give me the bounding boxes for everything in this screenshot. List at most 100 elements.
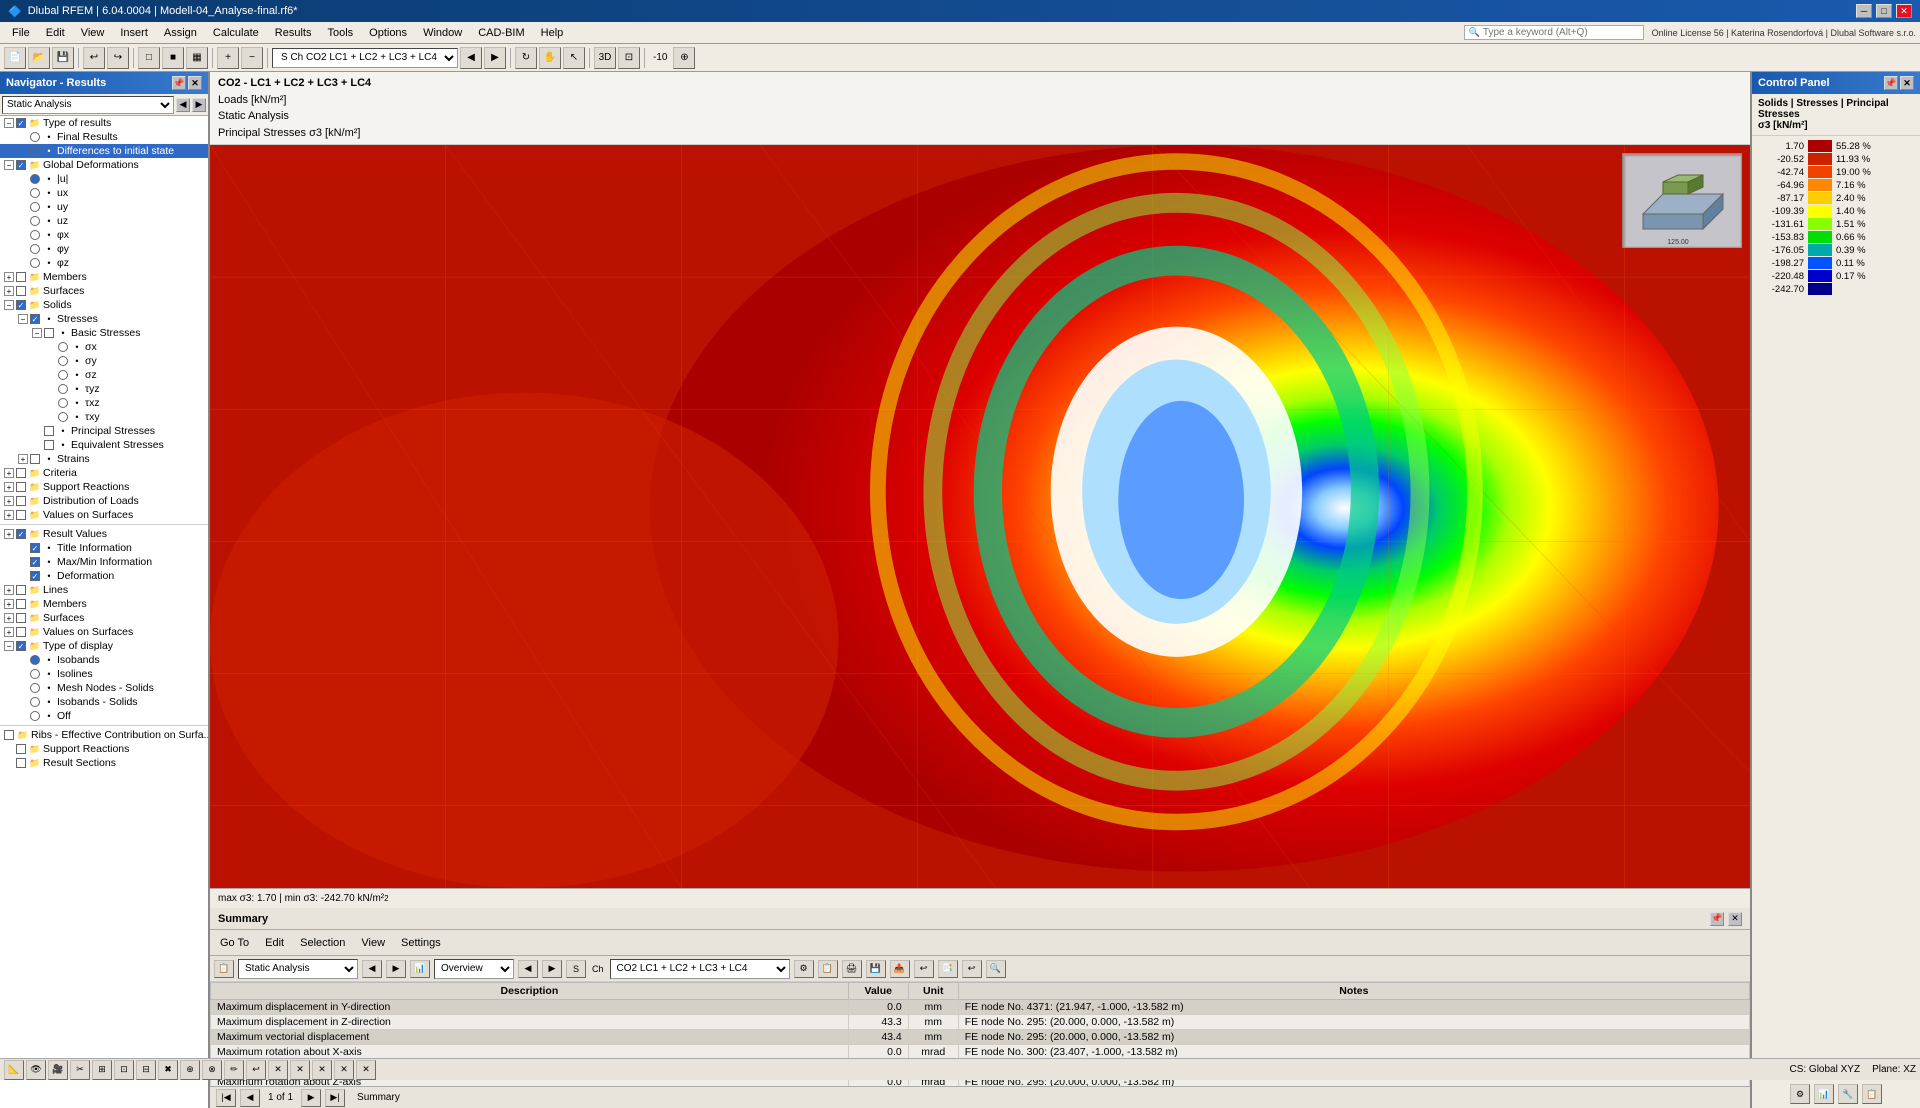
bottom-tool3[interactable]: 🎥	[48, 1060, 68, 1080]
tb-zoom-out[interactable]: −	[241, 47, 263, 69]
tb-new[interactable]: 📄	[4, 47, 26, 69]
sum-next-button[interactable]: ▶	[386, 960, 406, 978]
nav-close-button[interactable]: ✕	[188, 76, 202, 90]
menu-cad-bim[interactable]: CAD-BIM	[470, 25, 532, 41]
nav-tree-item[interactable]: ✓•Deformation	[0, 569, 208, 583]
tree-checkbox[interactable]	[16, 585, 26, 595]
tb-3d[interactable]: 3D	[594, 47, 616, 69]
tree-expander[interactable]: +	[4, 482, 14, 492]
tb-view3[interactable]: ▦	[186, 47, 208, 69]
sum-tool3[interactable]: 🖨	[842, 960, 862, 978]
tb-pan[interactable]: ✋	[539, 47, 561, 69]
tree-checkbox[interactable]	[16, 613, 26, 623]
nav-tree-item[interactable]: 📁Ribs - Effective Contribution on Surfa.…	[0, 728, 208, 742]
tree-expander[interactable]: +	[4, 272, 14, 282]
nav-tree-item[interactable]: −✓•Stresses	[0, 312, 208, 326]
tree-radio[interactable]	[58, 384, 68, 394]
menu-file[interactable]: File	[4, 25, 38, 41]
bottom-tool6[interactable]: ⊡	[114, 1060, 134, 1080]
nav-tree-item[interactable]: +📁Surfaces	[0, 611, 208, 625]
summary-result-select[interactable]: Overview	[434, 959, 514, 979]
tree-checkbox[interactable]	[16, 627, 26, 637]
tree-radio[interactable]	[30, 711, 40, 721]
summary-analysis-select[interactable]: Static Analysis	[238, 959, 358, 979]
nav-tree-item[interactable]: 📁Support Reactions	[0, 742, 208, 756]
search-input[interactable]	[1483, 27, 1623, 38]
bottom-tool5[interactable]: ⊞	[92, 1060, 112, 1080]
nav-tree-item[interactable]: ✓•Title Information	[0, 541, 208, 555]
bottom-tool7[interactable]: ⊟	[136, 1060, 156, 1080]
tb-undo[interactable]: ↩	[83, 47, 105, 69]
tree-expander[interactable]: +	[4, 627, 14, 637]
sum-tool4[interactable]: 💾	[866, 960, 886, 978]
cp-pin-button[interactable]: 📌	[1884, 76, 1898, 90]
tree-checkbox[interactable]	[16, 482, 26, 492]
menu-results[interactable]: Results	[267, 25, 320, 41]
tree-checkbox[interactable]	[16, 272, 26, 282]
tree-expander[interactable]: +	[4, 529, 14, 539]
cp-tool3[interactable]: 🔧	[1838, 1084, 1858, 1104]
tree-expander[interactable]: +	[4, 496, 14, 506]
nav-tree-item[interactable]: +📁Distribution of Loads	[0, 494, 208, 508]
tree-checkbox[interactable]: ✓	[16, 641, 26, 651]
tree-checkbox[interactable]	[16, 510, 26, 520]
tb-prev[interactable]: ◀	[460, 47, 482, 69]
tree-checkbox[interactable]	[44, 426, 54, 436]
tree-checkbox[interactable]: ✓	[30, 571, 40, 581]
tree-checkbox[interactable]: ✓	[16, 118, 26, 128]
tree-checkbox[interactable]	[16, 496, 26, 506]
tb-zoom-in[interactable]: +	[217, 47, 239, 69]
nav-tree-item[interactable]: •Principal Stresses	[0, 424, 208, 438]
bottom-tool15[interactable]: ✕	[312, 1060, 332, 1080]
tree-expander[interactable]: +	[18, 454, 28, 464]
summary-close-button[interactable]: ✕	[1728, 912, 1742, 926]
nav-tree-item[interactable]: +📁Values on Surfaces	[0, 625, 208, 639]
summary-selection[interactable]: Selection	[294, 935, 351, 951]
menu-tools[interactable]: Tools	[319, 25, 361, 41]
tree-checkbox[interactable]	[16, 744, 26, 754]
nav-tree-item[interactable]: +✓📁Result Values	[0, 527, 208, 541]
summary-settings[interactable]: Settings	[395, 935, 447, 951]
tree-radio[interactable]	[58, 356, 68, 366]
tree-expander[interactable]: −	[4, 641, 14, 651]
nav-tree-item[interactable]: •Isolines	[0, 667, 208, 681]
menu-help[interactable]: Help	[533, 25, 572, 41]
nav-tree-item[interactable]: −✓📁Type of results	[0, 116, 208, 130]
bottom-tool13[interactable]: ✕	[268, 1060, 288, 1080]
nav-prev-button[interactable]: ◀	[176, 98, 190, 112]
sum-lc-next[interactable]: ▶	[542, 960, 562, 978]
nav-tree-item[interactable]: •|u|	[0, 172, 208, 186]
tree-radio[interactable]	[30, 188, 40, 198]
nav-tree-item[interactable]: +•Strains	[0, 452, 208, 466]
tree-expander[interactable]: −	[4, 160, 14, 170]
tree-expander[interactable]: +	[4, 286, 14, 296]
summary-goto[interactable]: Go To	[214, 935, 255, 951]
sum-tool2[interactable]: 📋	[818, 960, 838, 978]
tb-rotate[interactable]: ↻	[515, 47, 537, 69]
tree-expander[interactable]: +	[4, 599, 14, 609]
tb-loadcase-combo[interactable]: S Ch CO2 LC1 + LC2 + LC3 + LC4	[272, 48, 458, 68]
tree-checkbox[interactable]: ✓	[16, 160, 26, 170]
summary-pin-button[interactable]: 📌	[1710, 912, 1724, 926]
tree-checkbox[interactable]	[16, 286, 26, 296]
tree-radio[interactable]	[30, 132, 40, 142]
tb-open[interactable]: 📂	[28, 47, 50, 69]
tb-zoom-reset[interactable]: ⊕	[673, 47, 695, 69]
menu-window[interactable]: Window	[415, 25, 470, 41]
cp-tool1[interactable]: ⚙	[1790, 1084, 1810, 1104]
nav-tree-item[interactable]: −✓📁Solids	[0, 298, 208, 312]
nav-tree-item[interactable]: +📁Support Reactions	[0, 480, 208, 494]
nav-tree-item[interactable]: +📁Values on Surfaces	[0, 508, 208, 522]
tree-checkbox[interactable]: ✓	[16, 300, 26, 310]
nav-tree-item[interactable]: +📁Members	[0, 597, 208, 611]
summary-tab-label[interactable]: Summary	[357, 1092, 400, 1103]
nav-tree-item[interactable]: •σx	[0, 340, 208, 354]
tree-radio[interactable]	[30, 146, 40, 156]
tree-radio[interactable]	[30, 697, 40, 707]
bottom-tool17[interactable]: ✕	[356, 1060, 376, 1080]
nav-tree-item[interactable]: •τxy	[0, 410, 208, 424]
nav-tree-item[interactable]: •σz	[0, 368, 208, 382]
nav-tree-item[interactable]: •uz	[0, 214, 208, 228]
bottom-tool2[interactable]: 👁	[26, 1060, 46, 1080]
summary-lc-select[interactable]: CO2 LC1 + LC2 + LC3 + LC4	[610, 959, 790, 979]
